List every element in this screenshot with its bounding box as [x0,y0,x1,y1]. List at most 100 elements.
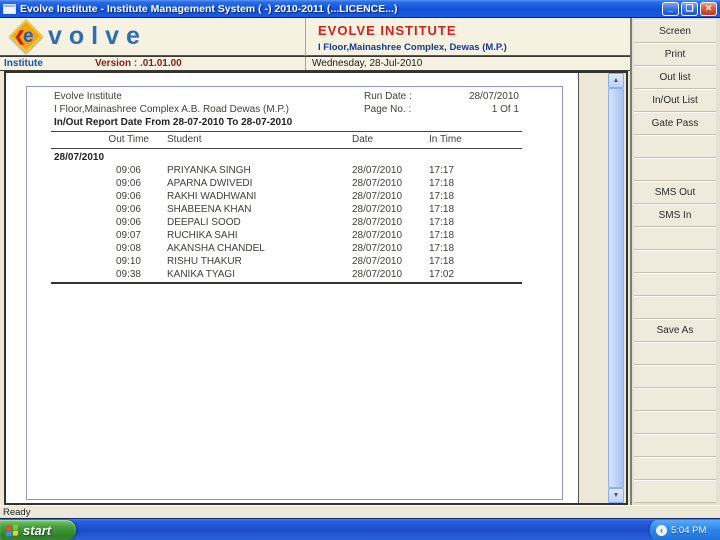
sidebar-button [634,365,716,388]
cell-out-time: 09:08 [115,243,141,254]
institute-name: EVOLVE INSTITUTE [318,23,457,38]
sidebar-button [634,296,716,319]
status-bar: Ready [0,505,720,518]
cell-student-name: RAKHI WADHWANI [167,191,257,202]
scroll-down-icon[interactable]: ▼ [608,488,624,503]
sidebar-button[interactable]: Save As [634,319,716,342]
run-date-label: Run Date : [364,91,412,102]
report-page: Evolve Institute Run Date : 28/07/2010 I… [26,86,563,500]
cell-out-time: 09:06 [115,191,141,202]
sidebar-button [634,342,716,365]
evolve-logo-icon: ❮ e [9,19,44,54]
sidebar-button[interactable]: SMS In [634,204,716,227]
cell-date: 28/07/2010 [352,243,403,254]
column-header-out-time: Out Time [108,134,149,145]
sidebar-button[interactable]: Out list [634,66,716,89]
cell-in-time: 17:18 [429,178,455,189]
cell-student-name: DEEPALI SOOD [167,217,241,228]
table-row: 09:06 SHABEENA KHAN 28/07/2010 17:18 [27,204,562,217]
sidebar-button [634,227,716,250]
sidebar-button [634,411,716,434]
version-bar: Institute Version : .01.01.00 Wednesday,… [0,56,630,71]
sidebar-button[interactable]: In/Out List [634,89,716,112]
report-viewport: Evolve Institute Run Date : 28/07/2010 I… [4,71,628,505]
sidebar-button [634,480,716,503]
cell-student-name: PRIYANKA SINGH [167,165,251,176]
table-row: 09:10 RISHU THAKUR 28/07/2010 17:18 [27,256,562,269]
sidebar-button[interactable]: SMS Out [634,181,716,204]
version-label: Version : .01.01.00 [95,58,182,69]
clock: 5:04 PM [671,525,707,536]
column-header-student: Student [167,134,202,145]
cell-out-time: 09:38 [115,269,141,280]
cell-out-time: 09:06 [115,204,141,215]
sidebar-button-label: Screen [659,26,691,37]
app-window: Evolve Institute - Institute Management … [0,0,720,540]
close-button-icon[interactable]: ✕ [700,1,717,16]
cell-in-time: 17:18 [429,191,455,202]
sidebar-button[interactable]: Screen [634,20,716,43]
rule-below-columns [51,148,522,149]
table-row: 09:08 AKANSHA CHANDEL 28/07/2010 17:18 [27,243,562,256]
taskbar: start ‹ 5:04 PM [0,518,720,540]
sidebar-button-label: SMS In [658,210,692,221]
cell-in-time: 17:17 [429,165,455,176]
sidebar-button [634,457,716,480]
sidebar-button [634,434,716,457]
cell-date: 28/07/2010 [352,217,403,228]
logo-wordmark: volve [48,22,147,50]
cell-out-time: 09:06 [115,178,141,189]
sidebar-button [634,135,716,158]
column-header-date: Date [352,134,374,145]
cell-out-time: 09:10 [115,256,141,267]
window-title: Evolve Institute - Institute Management … [20,2,398,15]
report-title: In/Out Report Date From 28-07-2010 To 28… [54,117,293,128]
sidebar-button[interactable]: Print [634,43,716,66]
cell-out-time: 09:07 [115,230,141,241]
app-header: ❮ e volve EVOLVE INSTITUTE I Floor,Maina… [0,18,630,56]
version-bar-divider [305,57,306,70]
cell-student-name: SHABEENA KHAN [167,204,252,215]
rule-report-end [51,282,522,284]
cell-in-time: 17:18 [429,256,455,267]
cell-student-name: APARNA DWIVEDI [167,178,253,189]
scroll-up-icon[interactable]: ▲ [608,73,624,88]
report-org-address: I Floor,Mainashree Complex A.B. Road Dew… [54,104,289,115]
page-no-label: Page No. : [364,104,412,115]
current-date: Wednesday, 28-Jul-2010 [312,58,423,69]
cell-student-name: AKANSHA CHANDEL [167,243,265,254]
status-text: Ready [3,507,31,518]
page-no-value: 1 Of 1 [491,104,519,115]
cell-student-name: RISHU THAKUR [167,256,242,267]
vertical-scrollbar[interactable]: ▲ ▼ [608,73,624,503]
app-window-icon [3,3,16,14]
sidebar-button-label: Gate Pass [651,118,699,129]
cell-date: 28/07/2010 [352,230,403,241]
table-row: 09:07 RUCHIKA SAHI 28/07/2010 17:18 [27,230,562,243]
module-label: Institute [4,58,43,69]
restore-button-icon[interactable]: ❏ [681,1,698,16]
scroll-gutter: ▲ ▼ [578,73,626,503]
table-row: 09:06 DEEPALI SOOD 28/07/2010 17:18 [27,217,562,230]
report-rows: 09:06 PRIYANKA SINGH 28/07/2010 17:17 09… [27,165,562,282]
minimize-button-icon[interactable]: _ [662,1,679,16]
scrollbar-thumb[interactable] [608,88,624,488]
sidebar-button-label: SMS Out [654,187,696,198]
cell-date: 28/07/2010 [352,191,403,202]
group-date-header: 28/07/2010 [54,152,105,163]
sidebar-button-label: In/Out List [652,95,698,106]
sidebar-button [634,250,716,273]
sidebar-button-panel: Screen Print Out list In/Out List Gate P… [630,18,720,505]
cell-date: 28/07/2010 [352,269,403,280]
cell-date: 28/07/2010 [352,165,403,176]
start-button[interactable]: start [0,520,76,540]
sidebar-button [634,388,716,411]
table-row: 09:06 PRIYANKA SINGH 28/07/2010 17:17 [27,165,562,178]
sidebar-button-label: Out list [659,72,691,83]
cell-student-name: RUCHIKA SAHI [167,230,238,241]
hide-icons-chevron-icon[interactable]: ‹ [656,525,667,536]
sidebar-button-label: Print [664,49,686,60]
cell-in-time: 17:18 [429,204,455,215]
sidebar-button [634,273,716,296]
sidebar-button[interactable]: Gate Pass [634,112,716,135]
